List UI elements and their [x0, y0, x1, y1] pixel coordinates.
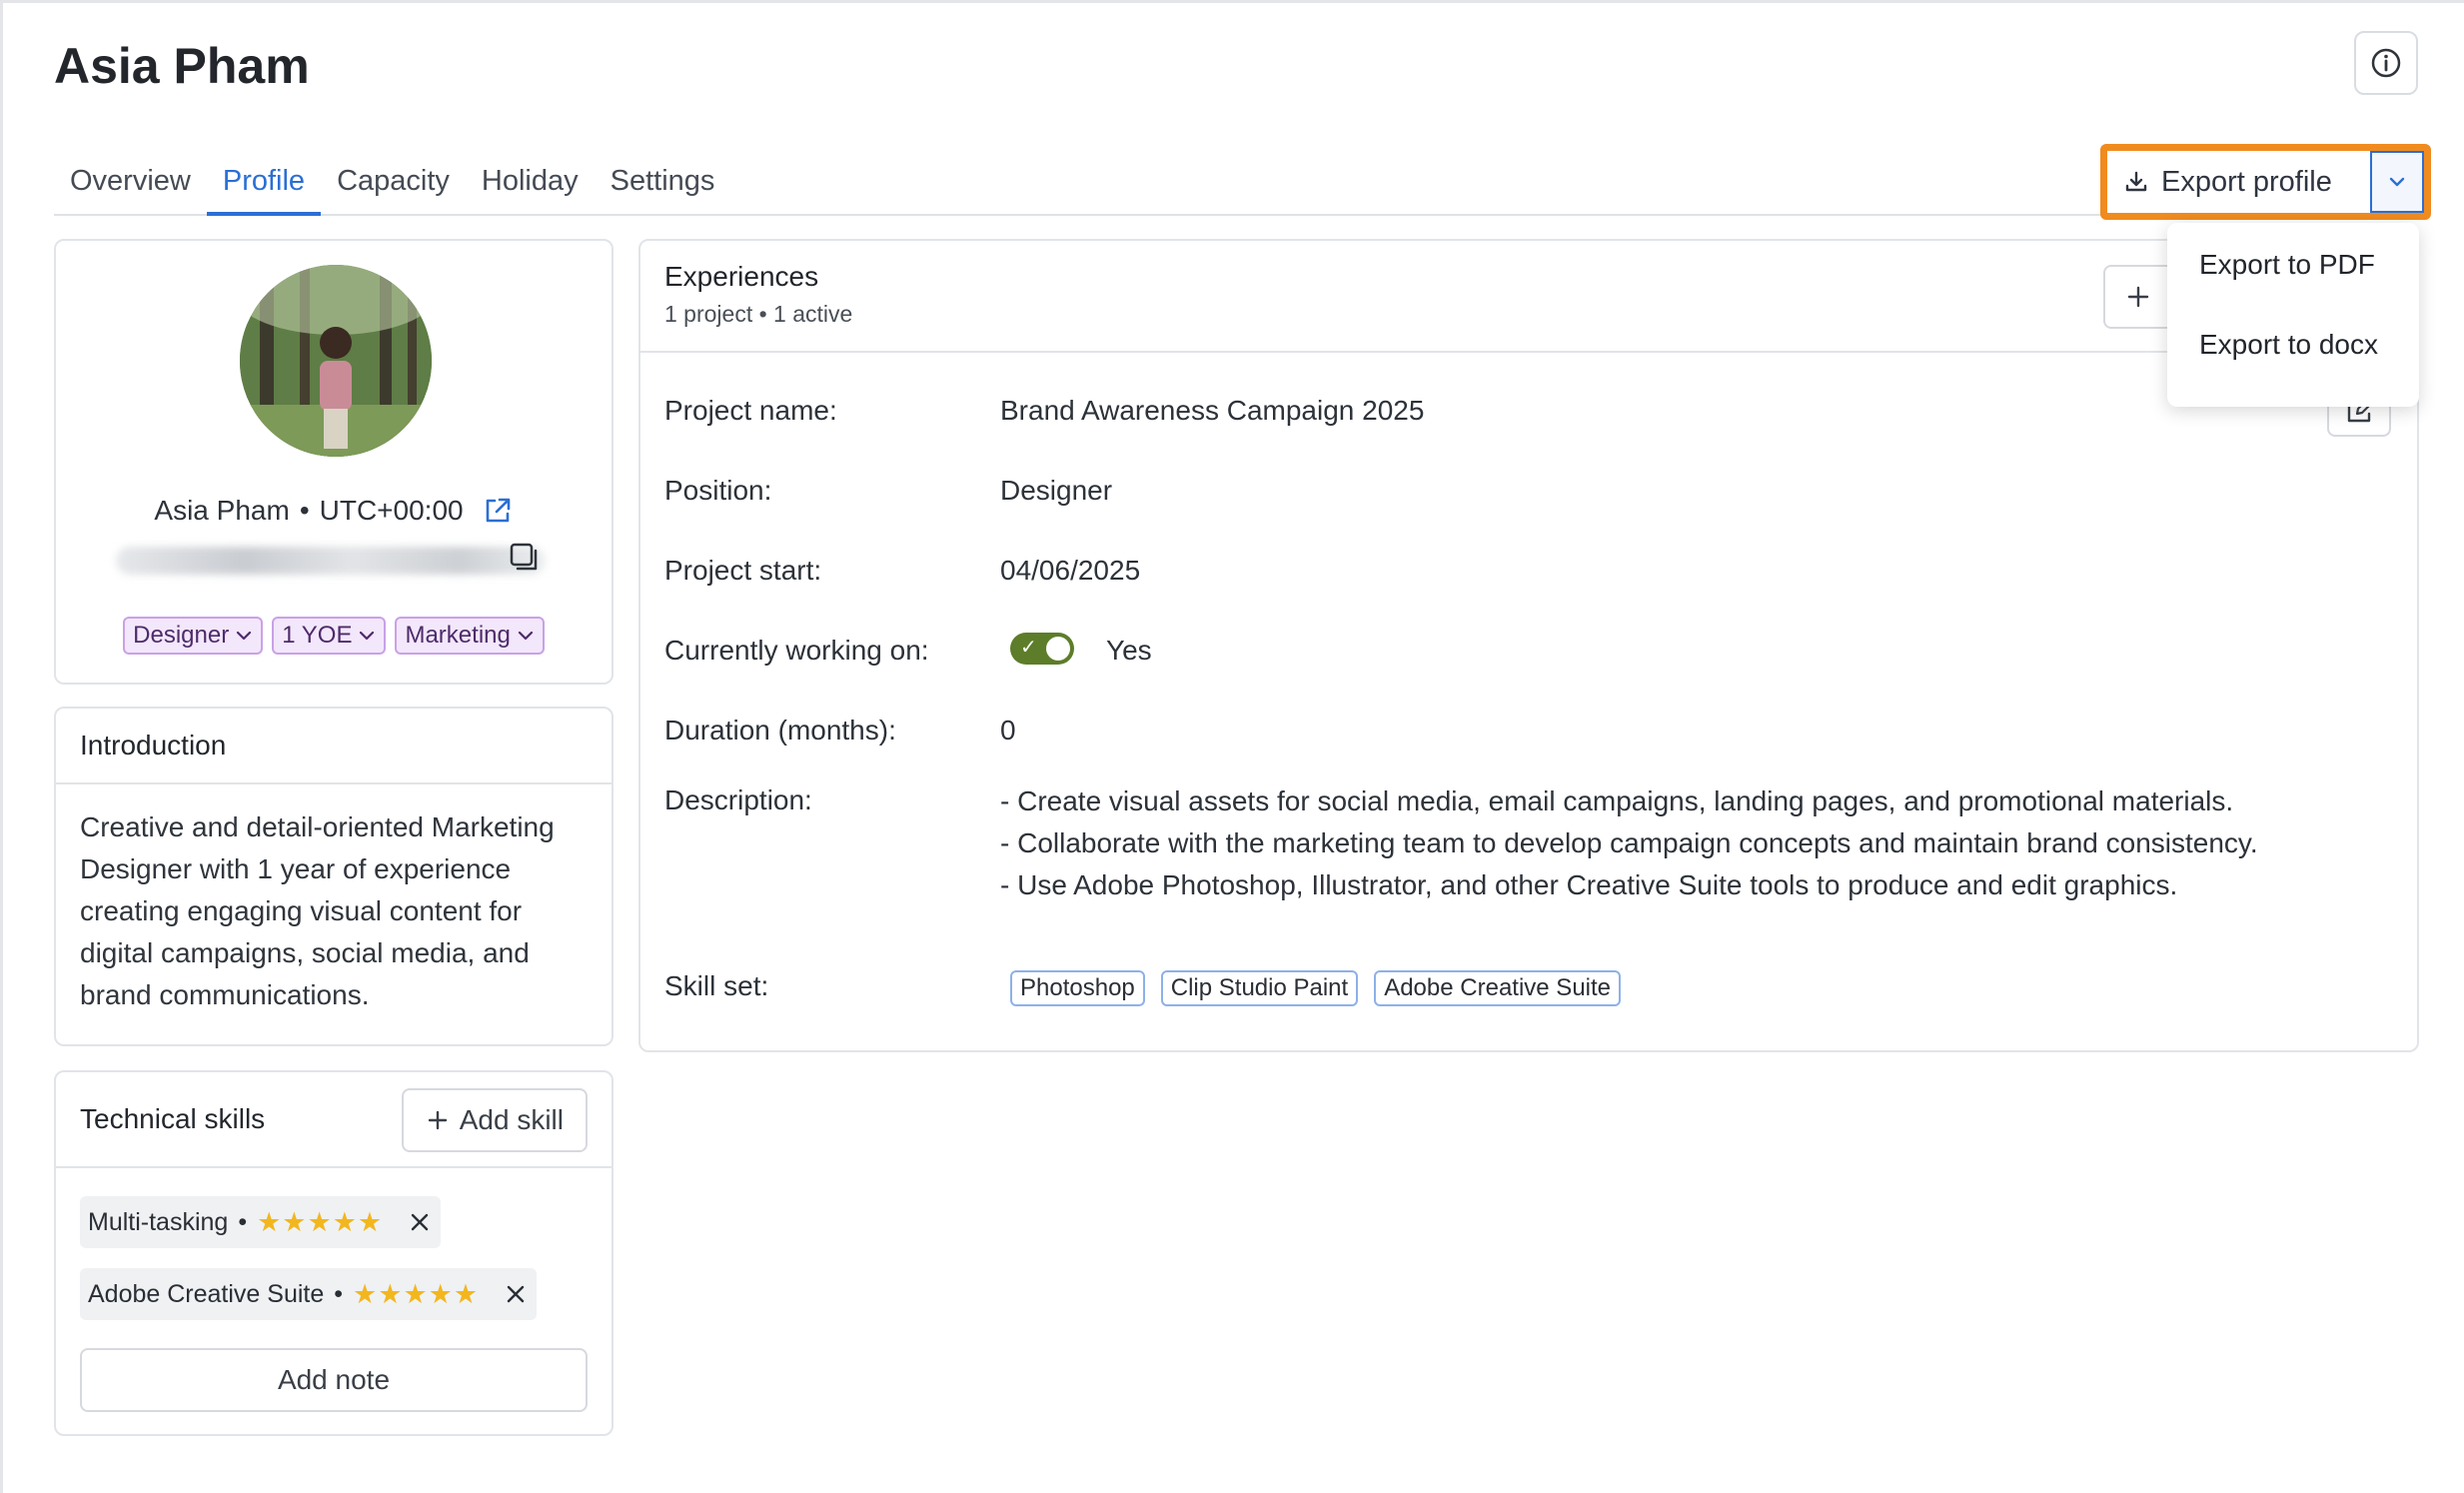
export-pdf-menu-item[interactable]: Export to PDF	[2167, 249, 2419, 329]
description-value: - Create visual assets for social media,…	[1000, 780, 2299, 906]
experience-tag[interactable]: 1 YOE	[272, 617, 387, 655]
chevron-down-icon	[518, 631, 533, 641]
info-icon	[2371, 48, 2401, 78]
copy-icon[interactable]	[508, 541, 542, 575]
plus-icon	[428, 1110, 447, 1130]
name-separator: •	[299, 495, 310, 526]
chevron-down-icon	[2389, 177, 2405, 187]
export-dropdown-toggle[interactable]	[2372, 151, 2424, 213]
skill-set-tag: Photoshop	[1010, 970, 1145, 1006]
star-rating[interactable]: ★★★★★	[353, 1279, 479, 1310]
skill-name: Multi-tasking	[88, 1207, 229, 1236]
avatar	[240, 265, 432, 457]
department-tag[interactable]: Marketing	[395, 617, 545, 655]
external-link-icon[interactable]	[482, 495, 514, 527]
skill-set-tags: Photoshop Clip Studio Paint Adobe Creati…	[1010, 970, 1622, 1006]
position-value: Designer	[1000, 475, 1113, 506]
tab-holiday[interactable]: Holiday	[466, 153, 595, 216]
tab-profile[interactable]: Profile	[206, 153, 322, 216]
tab-capacity[interactable]: Capacity	[321, 153, 466, 216]
project-start-value: 04/06/2025	[1000, 555, 1141, 586]
skill-separator: •	[334, 1279, 344, 1308]
export-profile-split-button: Export profile	[2100, 144, 2431, 220]
chevron-down-icon	[237, 631, 252, 641]
export-profile-label: Export profile	[2161, 165, 2332, 198]
department-tag-label: Marketing	[405, 622, 511, 649]
experiences-card: Experiences 1 project • 1 active Project…	[638, 239, 2419, 1052]
profile-tags: Designer 1 YOE Marketing	[56, 617, 612, 655]
introduction-title: Introduction	[56, 709, 612, 784]
duration-value: 0	[1000, 715, 1016, 746]
position-label: Position:	[664, 475, 772, 506]
close-icon[interactable]	[407, 1209, 433, 1235]
chevron-down-icon	[360, 631, 375, 641]
skill-chip: Multi-tasking • ★★★★★	[80, 1196, 442, 1248]
description-line: - Create visual assets for social media,…	[1000, 785, 2234, 816]
plus-icon	[2127, 286, 2149, 308]
technical-skills-card: Technical skills Add skill Multi-tasking…	[54, 1070, 614, 1436]
currently-working-toggle[interactable]: ✓	[1010, 633, 1074, 665]
tab-overview[interactable]: Overview	[54, 153, 207, 216]
currently-working-label: Currently working on:	[664, 635, 929, 666]
description-label: Description:	[664, 784, 812, 815]
profile-name-line: Asia Pham • UTC+00:00	[56, 495, 612, 527]
page-title: Asia Pham	[54, 38, 310, 94]
description-line: - Collaborate with the marketing team to…	[1000, 827, 2258, 858]
introduction-card: Introduction Creative and detail-oriente…	[54, 707, 614, 1046]
close-icon[interactable]	[503, 1281, 529, 1307]
skill-separator: •	[238, 1207, 248, 1236]
skill-set-label: Skill set:	[664, 970, 769, 1001]
profile-timezone: UTC+00:00	[319, 495, 464, 526]
description-line: - Use Adobe Photoshop, Illustrator, and …	[1000, 869, 2178, 900]
skill-chip: Adobe Creative Suite • ★★★★★	[80, 1268, 538, 1320]
introduction-text: Creative and detail-oriented Marketing D…	[80, 811, 555, 1010]
info-button[interactable]	[2354, 31, 2418, 95]
profile-page: Asia Pham Overview Profile Capacity Holi…	[0, 0, 2464, 1493]
experience-tag-label: 1 YOE	[282, 622, 353, 649]
star-rating[interactable]: ★★★★★	[257, 1207, 383, 1238]
skill-set-tag: Clip Studio Paint	[1160, 970, 1359, 1006]
project-start-label: Project start:	[664, 555, 822, 586]
export-dropdown-menu: Export to PDF Export to docx	[2167, 223, 2419, 407]
redacted-contact	[116, 547, 546, 575]
project-name-value: Brand Awareness Campaign 2025	[1000, 395, 1425, 426]
skill-set-tag: Adobe Creative Suite	[1374, 970, 1622, 1006]
tab-settings[interactable]: Settings	[595, 153, 731, 216]
skill-name: Adobe Creative Suite	[88, 1279, 325, 1308]
export-docx-menu-item[interactable]: Export to docx	[2167, 329, 2419, 409]
duration-label: Duration (months):	[664, 715, 896, 746]
download-icon	[2125, 171, 2147, 192]
add-skill-button[interactable]: Add skill	[401, 1088, 588, 1152]
add-skill-label: Add skill	[459, 1104, 564, 1135]
profile-name: Asia Pham	[154, 495, 290, 526]
role-tag-label: Designer	[133, 622, 230, 649]
toggle-knob	[1046, 637, 1070, 661]
project-name-label: Project name:	[664, 395, 837, 426]
add-note-button[interactable]: Add note	[80, 1348, 588, 1412]
check-icon: ✓	[1020, 637, 1037, 659]
role-tag[interactable]: Designer	[123, 617, 264, 655]
export-profile-button[interactable]: Export profile	[2107, 151, 2372, 213]
tab-bar: Overview Profile Capacity Holiday Settin…	[54, 153, 2427, 216]
profile-card: Asia Pham • UTC+00:00 Designer 1 YOE Mar	[54, 239, 614, 685]
currently-working-value: Yes	[1106, 635, 1152, 666]
